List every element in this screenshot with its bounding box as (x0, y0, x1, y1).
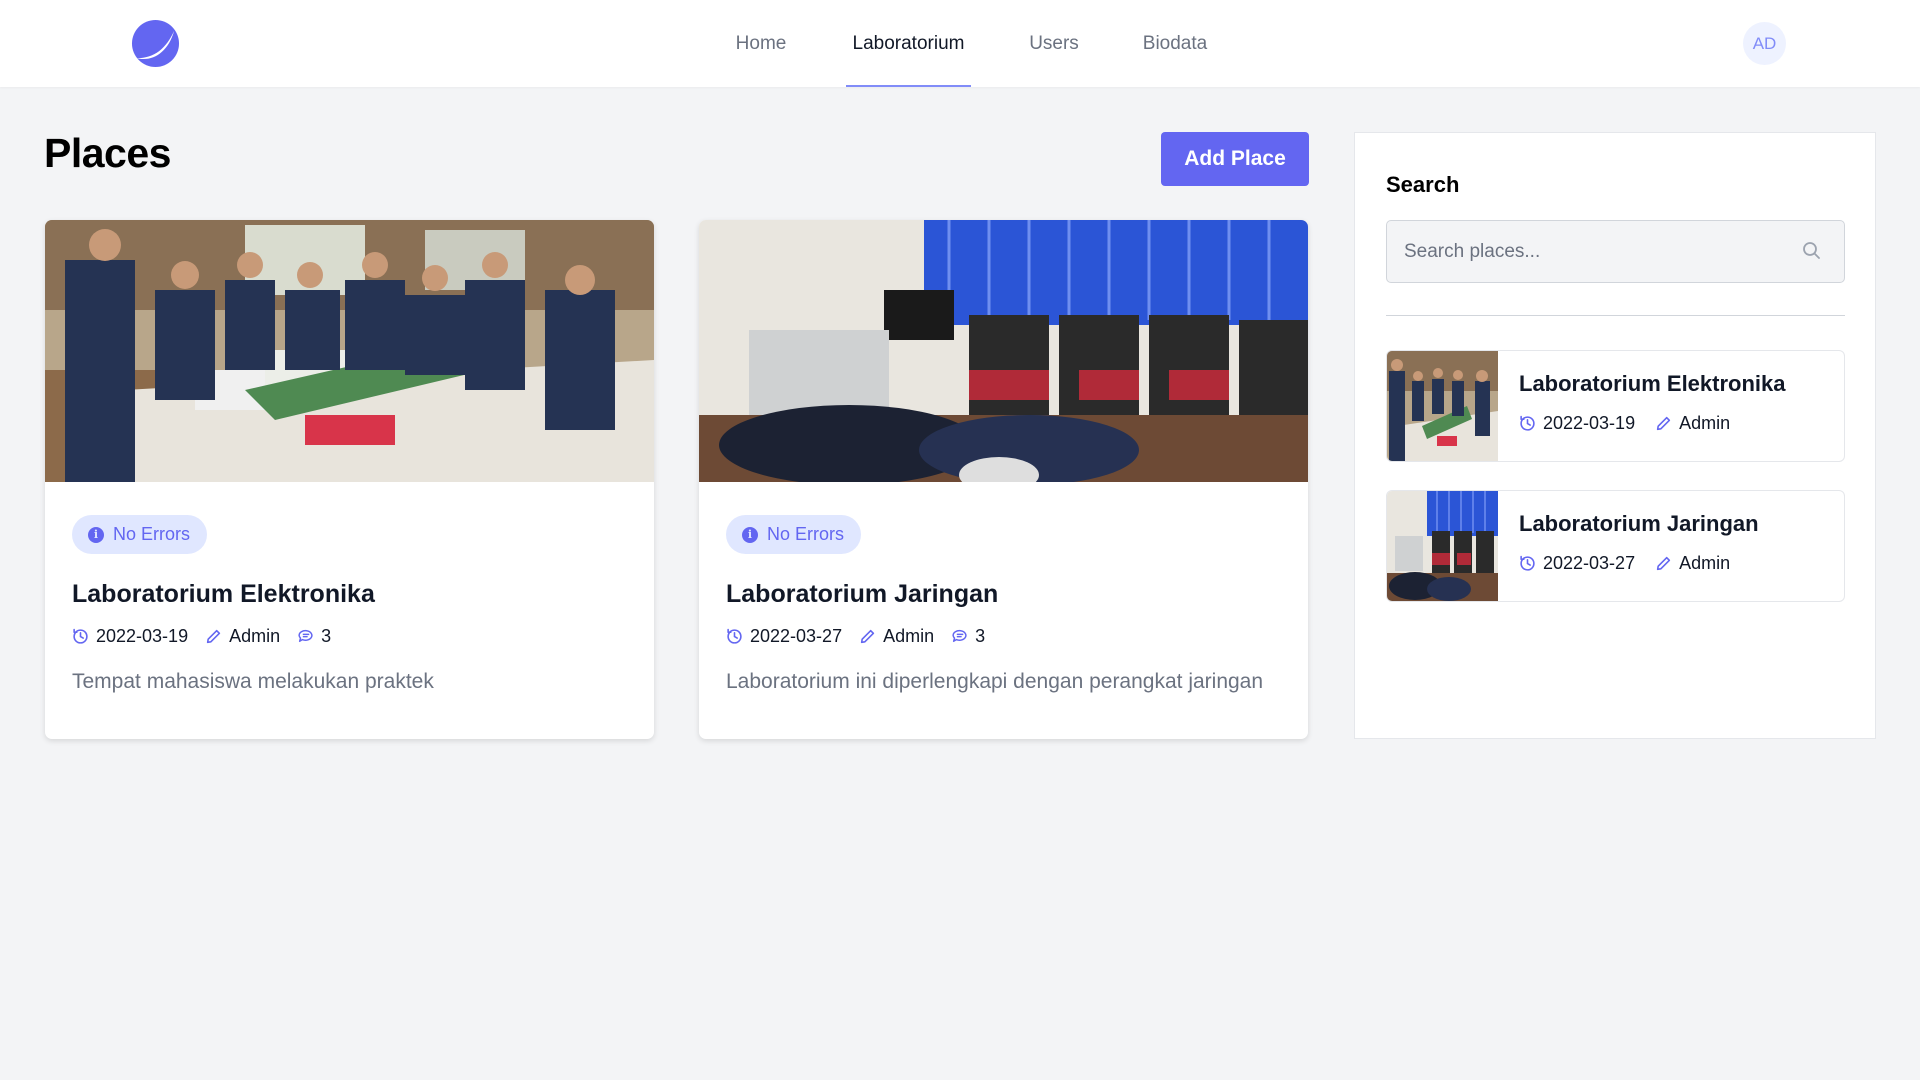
place-photo (699, 220, 1308, 482)
status-badge: i No Errors (72, 515, 208, 554)
recent-place-author: Admin (1679, 413, 1731, 433)
search-sidebar: Search Laboratorium Elektronika 2022-03-… (1354, 132, 1876, 739)
recent-place-date: 2022-03-27 (1543, 553, 1636, 573)
search-input[interactable] (1387, 221, 1787, 282)
comment-icon (951, 628, 968, 645)
recent-place-meta: 2022-03-27 Admin (1519, 553, 1750, 574)
place-date: 2022-03-27 (750, 626, 843, 646)
pencil-icon (859, 628, 876, 645)
place-description: Laboratorium ini diperlengkapi dengan pe… (726, 670, 1264, 693)
pencil-icon (1655, 415, 1672, 432)
place-card[interactable]: i No Errors Laboratorium Elektronika 202… (45, 220, 654, 739)
place-comment-count: 3 (321, 626, 332, 646)
info-icon: i (742, 526, 758, 543)
clock-icon (726, 628, 743, 645)
nav-home[interactable]: Home (730, 0, 792, 87)
badge-label: No Errors (767, 524, 845, 544)
recent-place-title[interactable]: Laboratorium Elektronika (1519, 371, 1786, 397)
place-meta: 2022-03-27 Admin 3 (726, 626, 985, 647)
divider (1386, 315, 1845, 316)
place-title[interactable]: Laboratorium Elektronika (72, 580, 375, 609)
search-box (1386, 220, 1845, 283)
user-avatar[interactable]: AD (1743, 22, 1786, 65)
place-meta: 2022-03-19 Admin 3 (72, 626, 331, 647)
nav-biodata[interactable]: Biodata (1137, 0, 1213, 87)
recent-place-title[interactable]: Laboratorium Jaringan (1519, 511, 1759, 537)
place-thumbnail (1387, 351, 1498, 461)
clock-icon (1519, 415, 1536, 432)
search-icon[interactable] (1801, 240, 1823, 262)
pencil-icon (1655, 555, 1672, 572)
badge-label: No Errors (113, 524, 191, 544)
status-badge: i No Errors (726, 515, 862, 554)
info-icon: i (88, 526, 104, 543)
place-thumbnail (1387, 491, 1498, 601)
clock-icon (1519, 555, 1536, 572)
page-title: Places (44, 130, 171, 176)
place-date: 2022-03-19 (96, 626, 189, 646)
nav-users[interactable]: Users (1025, 0, 1083, 87)
recent-place-item[interactable]: Laboratorium Elektronika 2022-03-19 Admi… (1386, 350, 1845, 462)
place-title[interactable]: Laboratorium Jaringan (726, 580, 998, 609)
pencil-icon (205, 628, 222, 645)
place-author: Admin (229, 626, 281, 646)
recent-place-item[interactable]: Laboratorium Jaringan 2022-03-27 Admin (1386, 490, 1845, 602)
top-navbar: Home Laboratorium Users Biodata AD (0, 0, 1920, 87)
add-place-button[interactable]: Add Place (1161, 132, 1309, 186)
place-card[interactable]: i No Errors Laboratorium Jaringan 2022-0… (699, 220, 1308, 739)
nav-laboratorium[interactable]: Laboratorium (846, 0, 971, 87)
recent-place-author: Admin (1679, 553, 1731, 573)
comment-icon (297, 628, 314, 645)
place-comment-count: 3 (975, 626, 986, 646)
place-author: Admin (883, 626, 935, 646)
sidebar-title: Search (1386, 172, 1460, 197)
main-nav: Home Laboratorium Users Biodata (0, 0, 1920, 87)
place-photo (45, 220, 654, 482)
clock-icon (72, 628, 89, 645)
recent-place-meta: 2022-03-19 Admin (1519, 413, 1750, 434)
place-description: Tempat mahasiswa melakukan praktek (72, 670, 434, 693)
recent-place-date: 2022-03-19 (1543, 413, 1636, 433)
